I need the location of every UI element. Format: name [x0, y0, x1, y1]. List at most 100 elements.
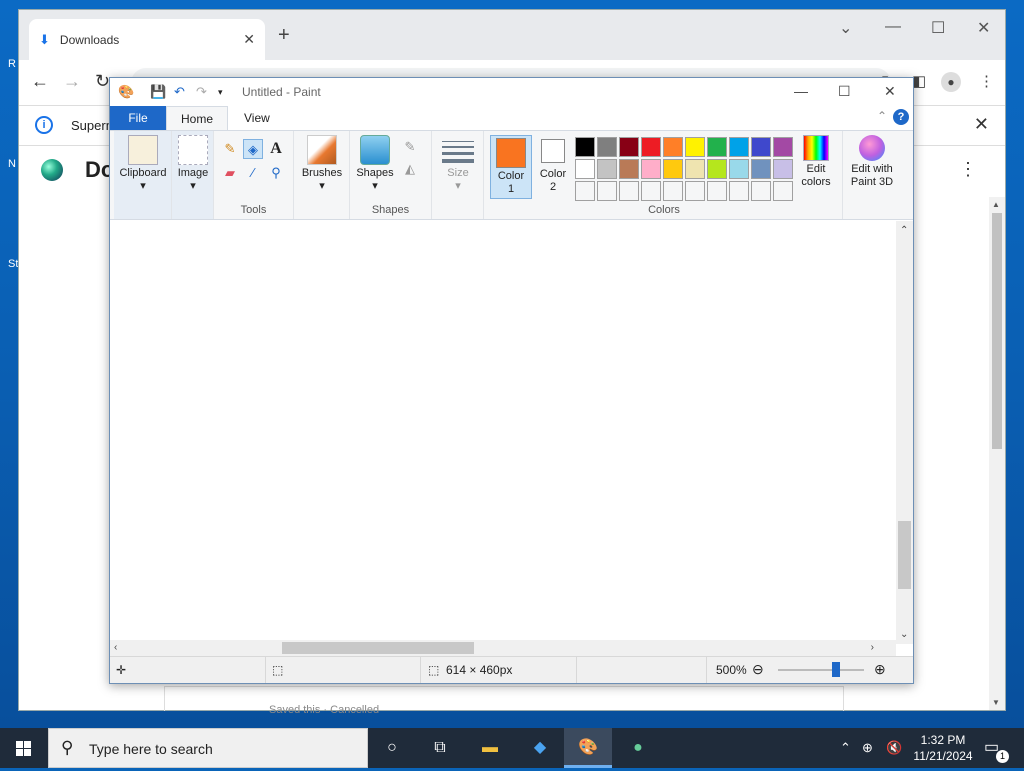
size-button[interactable]: Size ▾ [434, 137, 482, 192]
palette-color-swatch[interactable] [619, 159, 639, 179]
palette-color-swatch[interactable] [729, 159, 749, 179]
more-options-icon[interactable]: ⋮ [959, 159, 977, 180]
palette-color-swatch[interactable] [685, 181, 705, 201]
paint-close-button[interactable]: ✕ [884, 83, 896, 100]
close-tab-icon[interactable]: ✕ [243, 31, 255, 48]
eraser-icon[interactable]: ▰ [220, 163, 240, 183]
palette-color-swatch[interactable] [773, 159, 793, 179]
palette-color-swatch[interactable] [707, 181, 727, 201]
close-window-button[interactable]: ✕ [977, 18, 990, 38]
supermium-taskbar-icon[interactable]: ● [614, 728, 662, 768]
magnifier-icon[interactable]: ⚲ [266, 163, 286, 183]
paint-vertical-scrollbar[interactable]: ⌃ ⌄ [896, 221, 913, 644]
back-icon[interactable]: ← [31, 71, 49, 92]
menu-icon[interactable]: ⋮ [979, 72, 994, 90]
page-scrollbar[interactable]: ▲ ▼ [989, 197, 1005, 710]
palette-color-swatch[interactable] [663, 137, 683, 157]
paint-taskbar-icon[interactable]: 🎨 [564, 728, 612, 768]
paint-horizontal-scrollbar[interactable]: ‹ › [110, 640, 896, 656]
network-icon[interactable]: ⊕ [862, 728, 873, 768]
tray-overflow-icon[interactable]: ⌃ [840, 728, 851, 768]
close-infobar-icon[interactable]: ✕ [974, 114, 989, 135]
paint-minimize-button[interactable]: — [794, 83, 808, 99]
color2-button[interactable]: Color 2 [536, 135, 570, 199]
clipboard-button[interactable]: Clipboard ▾ [114, 135, 172, 192]
scroll-up-icon[interactable]: ▲ [992, 200, 1000, 209]
paint-maximize-button[interactable]: ☐ [838, 83, 851, 100]
palette-color-swatch[interactable] [641, 137, 661, 157]
palette-color-swatch[interactable] [663, 159, 683, 179]
help-icon[interactable]: ? [893, 109, 909, 125]
shape-fill-icon[interactable]: ◭ [400, 159, 420, 179]
color-picker-icon[interactable]: ⁄ [243, 163, 263, 183]
zoom-in-icon[interactable]: ⊕ [874, 661, 886, 678]
palette-color-swatch[interactable] [729, 181, 749, 201]
edit-colors-button[interactable]: Edit colors [794, 135, 838, 189]
tab-file[interactable]: File [110, 106, 166, 130]
minimize-button[interactable]: — [885, 18, 901, 36]
chevron-down-icon[interactable]: ⌄ [900, 629, 908, 640]
new-tab-button[interactable]: + [278, 24, 290, 47]
zoom-slider-thumb[interactable] [832, 662, 841, 677]
canvas[interactable] [110, 221, 913, 644]
outline-icon[interactable]: ✎ [400, 137, 420, 157]
palette-color-swatch[interactable] [751, 137, 771, 157]
palette-color-swatch[interactable] [597, 181, 617, 201]
profile-icon[interactable]: ● [941, 72, 961, 92]
clock[interactable]: 1:32 PM 11/21/2024 [900, 732, 986, 764]
zoom-slider[interactable] [778, 669, 864, 671]
paint-app-icon[interactable]: 🎨 [118, 84, 134, 100]
palette-color-swatch[interactable] [685, 137, 705, 157]
palette-color-swatch[interactable] [685, 159, 705, 179]
maximize-button[interactable]: ☐ [931, 18, 945, 38]
notification-icon[interactable]: ▭ [984, 728, 999, 768]
save-icon[interactable]: 💾 [150, 84, 166, 100]
paint3d-button[interactable]: Edit with Paint 3D [844, 135, 900, 189]
forward-icon[interactable]: → [63, 71, 81, 92]
brushes-button[interactable]: Brushes ▾ [296, 135, 348, 192]
text-icon[interactable]: A [266, 139, 286, 159]
palette-color-swatch[interactable] [619, 181, 639, 201]
palette-color-swatch[interactable] [707, 137, 727, 157]
palette-color-swatch[interactable] [751, 181, 771, 201]
pencil-icon[interactable]: ✎ [220, 139, 240, 159]
scroll-thumb[interactable] [992, 213, 1002, 449]
palette-color-swatch[interactable] [663, 181, 683, 201]
paint-vscroll-thumb[interactable] [898, 521, 911, 589]
palette-color-swatch[interactable] [707, 159, 727, 179]
chevron-right-icon[interactable]: › [871, 642, 874, 653]
palette-color-swatch[interactable] [751, 159, 771, 179]
image-button[interactable]: Image ▾ [172, 135, 214, 192]
palette-color-swatch[interactable] [641, 181, 661, 201]
palette-color-swatch[interactable] [575, 181, 595, 201]
fill-icon[interactable]: ◈ [243, 139, 263, 159]
palette-color-swatch[interactable] [729, 137, 749, 157]
palette-color-swatch[interactable] [773, 137, 793, 157]
chevron-up-icon[interactable]: ⌃ [900, 225, 908, 236]
sidepanel-icon[interactable]: ◧ [912, 72, 926, 90]
chevron-left-icon[interactable]: ‹ [114, 642, 117, 653]
palette-color-swatch[interactable] [597, 159, 617, 179]
start-button[interactable] [0, 728, 48, 768]
zoom-out-icon[interactable]: ⊖ [752, 661, 764, 678]
palette-color-swatch[interactable] [641, 159, 661, 179]
palette-color-swatch[interactable] [773, 181, 793, 201]
tab-view[interactable]: View [230, 106, 284, 130]
color1-button[interactable]: Color 1 [490, 135, 532, 199]
palette-color-swatch[interactable] [575, 159, 595, 179]
palette-color-swatch[interactable] [619, 137, 639, 157]
taskbar-search-box[interactable]: ⚲ Type here to search [48, 728, 368, 768]
task-view-icon[interactable]: ⧉ [416, 728, 464, 768]
palette-color-swatch[interactable] [575, 137, 595, 157]
store-icon[interactable]: ◆ [516, 728, 564, 768]
file-explorer-icon[interactable]: ▬ [466, 728, 514, 768]
cortana-icon[interactable]: ○ [368, 728, 416, 768]
redo-icon[interactable]: ↷ [196, 84, 207, 100]
customize-qat-icon[interactable]: ▾ [218, 87, 223, 98]
palette-color-swatch[interactable] [597, 137, 617, 157]
shapes-button[interactable]: Shapes ▾ [352, 135, 398, 192]
scroll-down-icon[interactable]: ▼ [992, 698, 1000, 707]
collapse-ribbon-icon[interactable]: ⌃ [877, 109, 887, 123]
undo-icon[interactable]: ↶ [174, 84, 185, 100]
tab-downloads[interactable]: ⬇ Downloads ✕ [29, 19, 265, 60]
